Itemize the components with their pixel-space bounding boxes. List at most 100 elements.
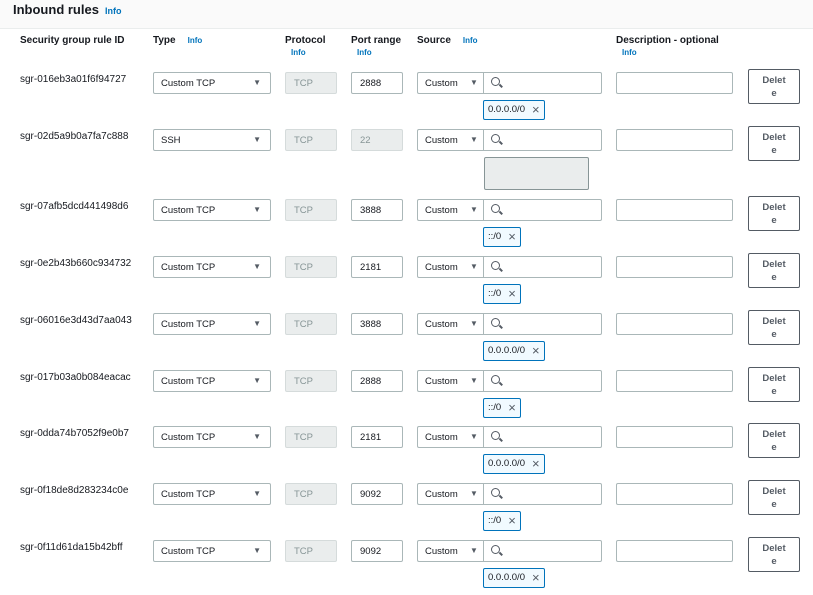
type-info-link[interactable]: Info [188,36,203,45]
source-token: 0.0.0.0/0 × [483,341,545,361]
remove-token-icon[interactable]: × [508,228,516,245]
remove-token-icon[interactable]: × [508,285,516,302]
port-range-input[interactable]: 2888 [351,370,403,392]
delete-button[interactable]: Delete [748,537,800,572]
rule-id: sgr-0e2b43b660c934732 [20,258,132,269]
delete-button[interactable]: Delete [748,126,800,161]
remove-token-icon[interactable]: × [532,455,540,472]
description-input[interactable] [616,426,733,448]
delete-button[interactable]: Delete [748,310,800,345]
type-select[interactable]: SSH ▼ [153,129,271,151]
port-range-input[interactable]: 9092 [351,540,403,562]
section-title: Inbound rules Info [13,2,121,17]
port-value: 9092 [360,489,382,500]
source-search-input[interactable] [483,72,602,94]
protocol-value: TCP [294,546,313,557]
remove-token-icon[interactable]: × [508,399,516,416]
protocol-value: TCP [294,489,313,500]
delete-button[interactable]: Delete [748,480,800,515]
source-select[interactable]: Custom ▼ [417,199,484,221]
source-select[interactable]: Custom ▼ [417,426,484,448]
section-header: Inbound rules Info [0,0,813,29]
protocol-field: TCP [285,313,337,335]
search-icon [491,318,500,327]
delete-button[interactable]: Delete [748,423,800,458]
port-range-input[interactable]: 2181 [351,256,403,278]
protocol-value: TCP [294,376,313,387]
port-range-input[interactable]: 2181 [351,426,403,448]
description-input[interactable] [616,370,733,392]
description-input[interactable] [616,199,733,221]
source-search-input[interactable] [483,313,602,335]
type-select[interactable]: Custom TCP ▼ [153,483,271,505]
delete-button[interactable]: Delete [748,253,800,288]
search-icon [491,261,500,270]
description-input[interactable] [616,256,733,278]
port-range-input[interactable]: 3888 [351,199,403,221]
type-select[interactable]: Custom TCP ▼ [153,313,271,335]
search-icon [491,431,500,440]
description-input[interactable] [616,313,733,335]
type-select[interactable]: Custom TCP ▼ [153,256,271,278]
source-select[interactable]: Custom ▼ [417,370,484,392]
caret-down-icon: ▼ [253,432,261,441]
source-info-link[interactable]: Info [463,36,478,45]
source-select[interactable]: Custom ▼ [417,72,484,94]
source-value: Custom [425,376,458,387]
delete-button[interactable]: Delete [748,196,800,231]
info-link[interactable]: Info [105,6,122,16]
description-input[interactable] [616,129,733,151]
type-select[interactable]: Custom TCP ▼ [153,426,271,448]
source-token-label: 0.0.0.0/0 [488,572,525,583]
source-select[interactable]: Custom ▼ [417,540,484,562]
source-token-label: 0.0.0.0/0 [488,104,525,115]
source-search-input[interactable] [483,129,602,151]
port-range-input[interactable]: 9092 [351,483,403,505]
protocol-field: TCP [285,129,337,151]
source-search-input[interactable] [483,256,602,278]
protocol-info-link[interactable]: Info [291,47,326,59]
description-input[interactable] [616,483,733,505]
source-select[interactable]: Custom ▼ [417,483,484,505]
port-info-link[interactable]: Info [357,47,401,59]
source-select[interactable]: Custom ▼ [417,129,484,151]
type-select[interactable]: Custom TCP ▼ [153,199,271,221]
port-range-input[interactable]: 3888 [351,313,403,335]
source-value: Custom [425,135,458,146]
protocol-field: TCP [285,540,337,562]
source-search-input[interactable] [483,540,602,562]
source-search-input[interactable] [483,199,602,221]
source-search-input[interactable] [483,370,602,392]
remove-token-icon[interactable]: × [532,342,540,359]
type-select[interactable]: Custom TCP ▼ [153,540,271,562]
caret-down-icon: ▼ [470,205,478,214]
description-input[interactable] [616,540,733,562]
type-value: Custom TCP [161,432,216,443]
source-token-empty[interactable] [484,157,589,190]
caret-down-icon: ▼ [470,262,478,271]
description-input[interactable] [616,72,733,94]
source-token-label: ::/0 [488,515,502,526]
port-range-input[interactable]: 2888 [351,72,403,94]
caret-down-icon: ▼ [253,262,261,271]
source-select[interactable]: Custom ▼ [417,313,484,335]
source-search-input[interactable] [483,426,602,448]
port-value: 2181 [360,262,382,273]
search-icon [491,204,500,213]
delete-button[interactable]: Delete [748,367,800,402]
caret-down-icon: ▼ [253,546,261,555]
type-select[interactable]: Custom TCP ▼ [153,72,271,94]
source-token: 0.0.0.0/0 × [483,100,545,120]
search-icon [491,77,500,86]
description-info-link[interactable]: Info [622,47,719,59]
remove-token-icon[interactable]: × [508,512,516,529]
source-search-input[interactable] [483,483,602,505]
caret-down-icon: ▼ [253,205,261,214]
type-select[interactable]: Custom TCP ▼ [153,370,271,392]
remove-token-icon[interactable]: × [532,569,540,586]
remove-token-icon[interactable]: × [532,101,540,118]
delete-button[interactable]: Delete [748,69,800,104]
source-select[interactable]: Custom ▼ [417,256,484,278]
source-value: Custom [425,432,458,443]
col-port-label: Port range [351,35,402,46]
